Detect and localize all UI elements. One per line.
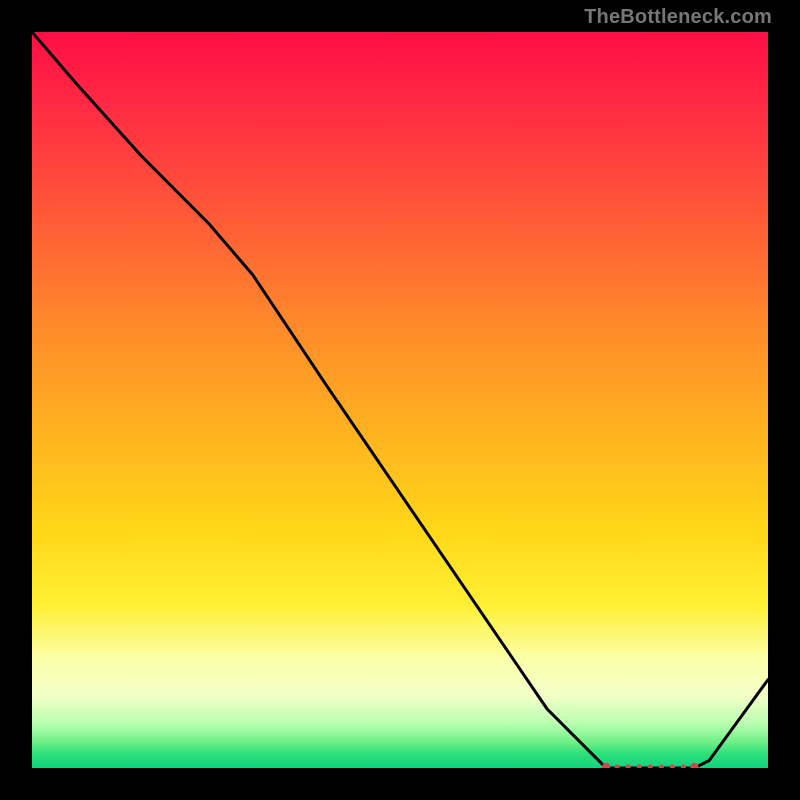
chart-stage: TheBottleneck.com: [0, 0, 800, 800]
chart-main-curve: [32, 32, 768, 768]
chart-dot: [659, 764, 664, 768]
chart-dot: [626, 764, 631, 768]
watermark-text: TheBottleneck.com: [584, 6, 772, 29]
chart-dot: [690, 763, 698, 768]
chart-dot: [670, 764, 675, 768]
chart-dot: [648, 764, 653, 768]
chart-svg: [32, 32, 768, 768]
chart-dot: [637, 764, 642, 768]
chart-dot: [681, 764, 686, 768]
chart-dotted-segment: [602, 763, 699, 768]
chart-line-group: [32, 32, 768, 768]
chart-dot: [615, 764, 620, 768]
chart-plot-area: [32, 32, 768, 768]
